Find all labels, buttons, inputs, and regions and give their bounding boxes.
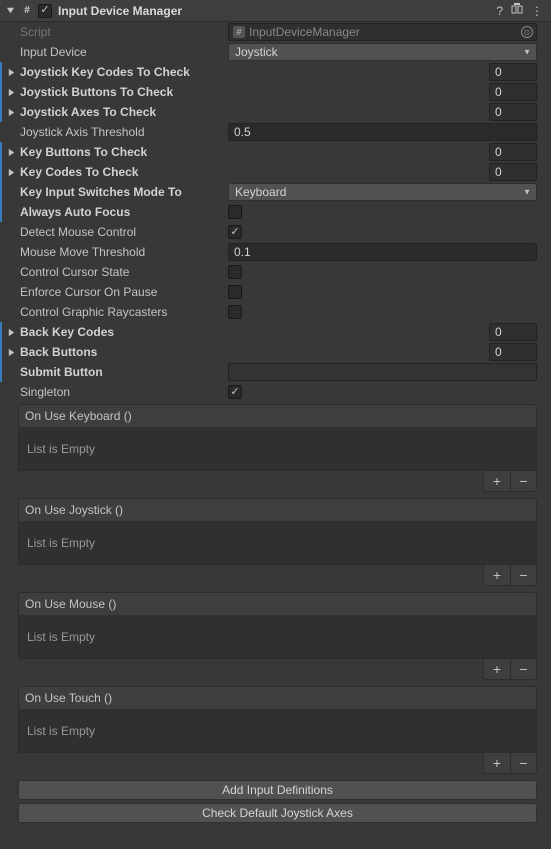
event-header: On Use Joystick () — [18, 498, 537, 521]
array-size-field[interactable]: 0 — [489, 83, 537, 101]
event-add-button[interactable]: + — [484, 753, 510, 773]
component-body: Script # InputDeviceManager ⊙ Input Devi… — [0, 22, 551, 829]
key-buttons-row: Key Buttons To Check 0 — [0, 142, 551, 162]
array-foldout[interactable] — [5, 106, 17, 118]
event-remove-button[interactable]: − — [510, 471, 536, 491]
mouse-move-threshold-row: Mouse Move Threshold 0.1 — [0, 242, 551, 262]
back-key-codes-row: Back Key Codes 0 — [0, 322, 551, 342]
input-device-label: Input Device — [18, 45, 228, 59]
joystick-axes-row: Joystick Axes To Check 0 — [0, 102, 551, 122]
key-input-switches-dropdown[interactable]: Keyboard ▼ — [228, 183, 537, 201]
singleton-checkbox[interactable] — [228, 385, 242, 399]
array-size-field[interactable]: 0 — [489, 323, 537, 341]
event-remove-button[interactable]: − — [510, 565, 536, 585]
csharp-icon: # — [233, 26, 245, 38]
detect-mouse-row: Detect Mouse Control — [0, 222, 551, 242]
help-icon[interactable]: ? — [496, 4, 503, 18]
dropdown-arrow-icon: ▼ — [523, 48, 531, 57]
array-foldout[interactable] — [5, 346, 17, 358]
array-foldout[interactable] — [5, 66, 17, 78]
on-use-joystick-event: On Use Joystick () List is Empty + − — [18, 498, 537, 586]
script-value: InputDeviceManager — [249, 25, 360, 39]
event-empty-text: List is Empty — [18, 709, 537, 753]
event-remove-button[interactable]: − — [510, 753, 536, 773]
key-codes-row: Key Codes To Check 0 — [0, 162, 551, 182]
add-input-definitions-button[interactable]: Add Input Definitions — [18, 780, 537, 800]
control-cursor-state-checkbox[interactable] — [228, 265, 242, 279]
array-foldout[interactable] — [5, 146, 17, 158]
script-row: Script # InputDeviceManager ⊙ — [0, 22, 551, 42]
submit-button-field[interactable] — [228, 363, 537, 381]
component-foldout[interactable] — [4, 5, 16, 17]
back-buttons-row: Back Buttons 0 — [0, 342, 551, 362]
event-header: On Use Keyboard () — [18, 404, 537, 427]
component-title: Input Device Manager — [58, 4, 496, 18]
input-device-dropdown[interactable]: Joystick ▼ — [228, 43, 537, 61]
object-picker-icon[interactable]: ⊙ — [521, 26, 533, 38]
event-add-button[interactable]: + — [484, 471, 510, 491]
key-input-switches-row: Key Input Switches Mode To Keyboard ▼ — [0, 182, 551, 202]
array-foldout[interactable] — [5, 86, 17, 98]
float-field[interactable]: 0.5 — [228, 123, 537, 141]
context-menu-icon[interactable]: ⋮ — [531, 4, 543, 18]
input-device-row: Input Device Joystick ▼ — [0, 42, 551, 62]
array-foldout[interactable] — [5, 326, 17, 338]
component-enable-checkbox[interactable] — [38, 4, 52, 18]
control-graphic-raycasters-checkbox[interactable] — [228, 305, 242, 319]
control-graphic-raycasters-row: Control Graphic Raycasters — [0, 302, 551, 322]
joystick-key-codes-row: Joystick Key Codes To Check 0 — [0, 62, 551, 82]
event-add-button[interactable]: + — [484, 565, 510, 585]
always-auto-focus-checkbox[interactable] — [228, 205, 242, 219]
enforce-cursor-pause-checkbox[interactable] — [228, 285, 242, 299]
array-size-field[interactable]: 0 — [489, 163, 537, 181]
on-use-touch-event: On Use Touch () List is Empty + − — [18, 686, 537, 774]
always-auto-focus-row: Always Auto Focus — [0, 202, 551, 222]
enforce-cursor-pause-row: Enforce Cursor On Pause — [0, 282, 551, 302]
array-size-field[interactable]: 0 — [489, 343, 537, 361]
event-empty-text: List is Empty — [18, 427, 537, 471]
event-header: On Use Touch () — [18, 686, 537, 709]
control-cursor-state-row: Control Cursor State — [0, 262, 551, 282]
singleton-row: Singleton — [0, 382, 551, 402]
event-empty-text: List is Empty — [18, 615, 537, 659]
component-header: # Input Device Manager ? ⋮ — [0, 0, 551, 22]
array-size-field[interactable]: 0 — [489, 103, 537, 121]
submit-button-row: Submit Button — [0, 362, 551, 382]
script-object-field: # InputDeviceManager ⊙ — [228, 23, 537, 41]
event-header: On Use Mouse () — [18, 592, 537, 615]
detect-mouse-checkbox[interactable] — [228, 225, 242, 239]
check-default-joystick-axes-button[interactable]: Check Default Joystick Axes — [18, 803, 537, 823]
array-foldout[interactable] — [5, 166, 17, 178]
preset-icon[interactable] — [511, 3, 523, 18]
array-size-field[interactable]: 0 — [489, 63, 537, 81]
script-label: Script — [18, 25, 228, 39]
float-field[interactable]: 0.1 — [228, 243, 537, 261]
event-empty-text: List is Empty — [18, 521, 537, 565]
event-add-button[interactable]: + — [484, 659, 510, 679]
on-use-mouse-event: On Use Mouse () List is Empty + − — [18, 592, 537, 680]
joystick-buttons-row: Joystick Buttons To Check 0 — [0, 82, 551, 102]
script-icon: # — [19, 3, 35, 19]
on-use-keyboard-event: On Use Keyboard () List is Empty + − — [18, 404, 537, 492]
dropdown-arrow-icon: ▼ — [523, 188, 531, 197]
event-remove-button[interactable]: − — [510, 659, 536, 679]
joystick-axis-threshold-row: Joystick Axis Threshold 0.5 — [0, 122, 551, 142]
array-size-field[interactable]: 0 — [489, 143, 537, 161]
